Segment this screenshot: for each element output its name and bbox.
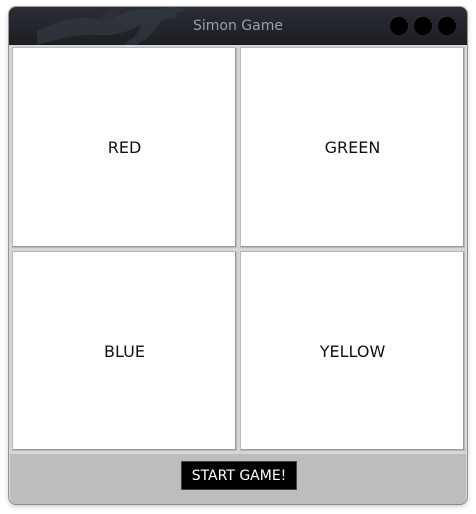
start-game-button[interactable]: START GAME! [181,461,297,490]
title-bar[interactable]: Simon Game [9,7,467,45]
control-bar: START GAME! [10,454,466,504]
window-control-3-icon[interactable] [438,17,456,35]
app-window: Simon Game RED GREEN BLUE YELLOW START G… [9,7,467,504]
window-control-2-icon[interactable] [414,17,432,35]
yellow-button[interactable]: YELLOW [240,251,465,451]
green-button[interactable]: GREEN [240,47,465,248]
red-button[interactable]: RED [12,47,237,248]
blue-button[interactable]: BLUE [12,251,237,451]
game-board: RED GREEN BLUE YELLOW START GAME! [9,45,467,504]
window-control-1-icon[interactable] [390,17,408,35]
